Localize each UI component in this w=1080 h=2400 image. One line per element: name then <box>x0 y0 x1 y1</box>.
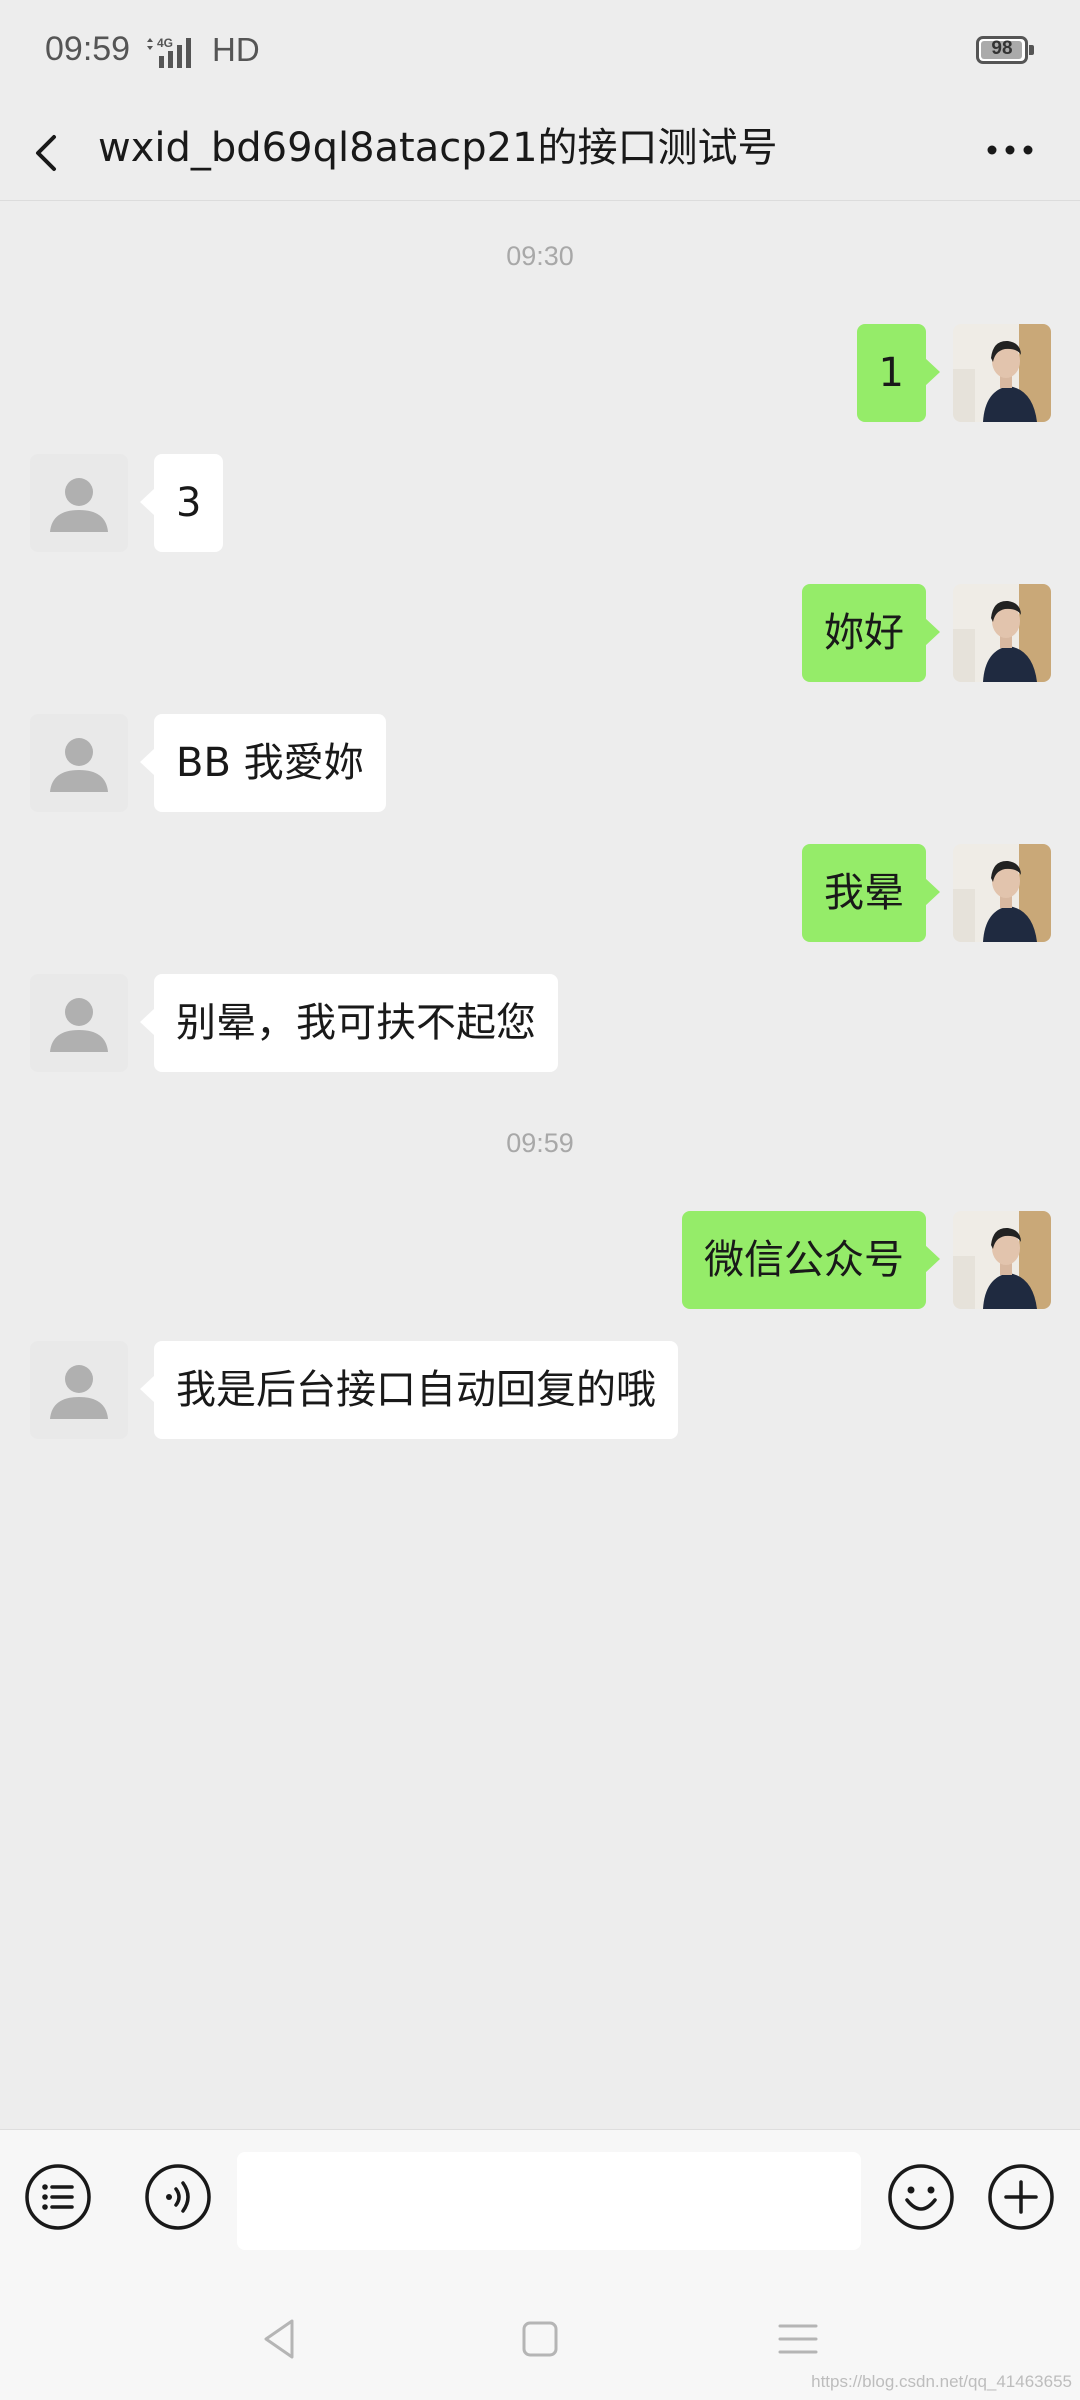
contact-avatar[interactable] <box>30 974 128 1072</box>
user-avatar[interactable] <box>953 1211 1051 1309</box>
home-square-icon <box>522 2321 558 2357</box>
plus-icon <box>988 2164 1054 2230</box>
signal-4g-icon: 4G <box>147 36 191 68</box>
message-bubble-outgoing[interactable]: 微信公众号 <box>682 1211 940 1309</box>
watermark: https://blog.csdn.net/qq_41463655 <box>811 2372 1072 2391</box>
system-home-button[interactable] <box>510 2309 570 2369</box>
chat-header: wxid_bd69ql8atacp21的接口测试号 <box>0 105 1080 201</box>
battery-tip <box>1029 45 1034 55</box>
status-bar: 09:59 4G HD 98 <box>0 0 1080 105</box>
emoji-icon <box>888 2164 954 2230</box>
chevron-left-icon <box>36 135 56 171</box>
default-avatar-icon <box>50 1365 108 1419</box>
system-recents-button[interactable] <box>768 2309 828 2369</box>
menu-button[interactable] <box>23 2162 93 2232</box>
default-avatar-icon <box>50 738 108 792</box>
menu-list-icon <box>25 2164 91 2230</box>
user-avatar[interactable] <box>953 844 1051 942</box>
voice-button[interactable] <box>143 2162 213 2232</box>
message-input[interactable] <box>237 2152 861 2250</box>
message-bubble-incoming[interactable]: 我是后台接口自动回复的哦 <box>140 1341 678 1439</box>
contact-avatar[interactable] <box>30 714 128 812</box>
status-time: 09:59 <box>45 30 131 68</box>
time-label: 09:30 <box>506 241 574 271</box>
back-button[interactable] <box>20 119 80 185</box>
default-avatar-icon <box>50 478 108 532</box>
contact-avatar[interactable] <box>30 1341 128 1439</box>
voice-icon <box>145 2164 211 2230</box>
input-bar <box>0 2129 1080 2272</box>
svg-text:4G: 4G <box>157 36 173 50</box>
default-avatar-icon <box>50 998 108 1052</box>
chat-messages[interactable]: 09:30 1 3 妳好 BB 我愛妳 我晕 别晕，我可扶不起您 09:59 微… <box>0 201 1080 2129</box>
message-bubble-outgoing[interactable]: 妳好 <box>802 584 940 682</box>
battery-icon: 98 <box>976 36 1028 64</box>
recents-menu-icon <box>778 2324 818 2354</box>
user-avatar[interactable] <box>953 324 1051 422</box>
message-bubble-outgoing[interactable]: 我晕 <box>802 844 940 942</box>
message-bubble-incoming[interactable]: 3 <box>139 454 224 552</box>
more-features-button[interactable] <box>986 2162 1056 2232</box>
contact-avatar[interactable] <box>30 454 128 552</box>
system-back-button[interactable] <box>250 2309 310 2369</box>
message-bubble-outgoing[interactable]: 1 <box>856 324 941 422</box>
user-avatar[interactable] <box>953 584 1051 682</box>
emoji-button[interactable] <box>886 2162 956 2232</box>
more-button[interactable] <box>975 125 1045 175</box>
time-label: 09:59 <box>506 1128 574 1158</box>
message-bubble-incoming[interactable]: BB 我愛妳 <box>140 714 386 812</box>
battery-percent: 98 <box>991 38 1013 59</box>
network-hd-label: HD <box>212 31 260 68</box>
back-triangle-icon <box>264 2319 294 2359</box>
more-dots-icon <box>987 145 1033 155</box>
message-bubble-incoming[interactable]: 别晕，我可扶不起您 <box>140 974 558 1072</box>
chat-title: wxid_bd69ql8atacp21的接口测试号 <box>98 125 778 171</box>
